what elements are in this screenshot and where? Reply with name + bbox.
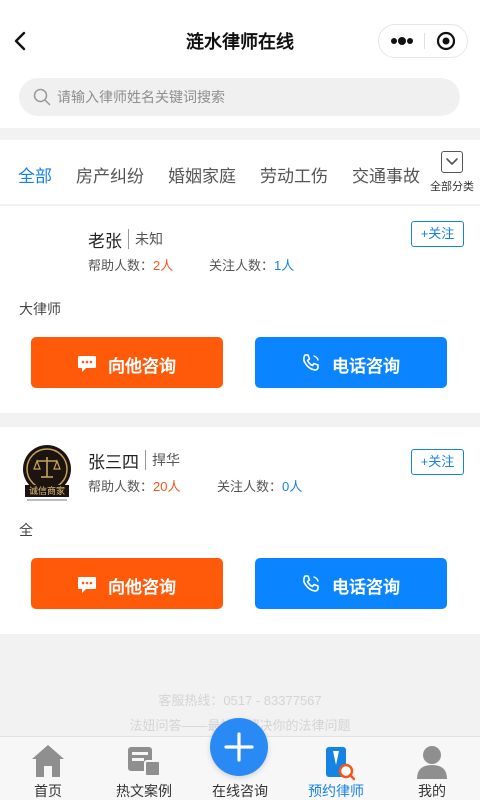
follow-button[interactable]: +关注: [411, 449, 464, 475]
tabbar-item-mine[interactable]: 我的: [384, 737, 480, 800]
all-categories-label: 全部分类: [430, 181, 474, 193]
tabbar-label: 热文案例: [116, 783, 172, 799]
tabbar-label: 首页: [34, 783, 62, 799]
phone-consult-button[interactable]: 电话咨询: [255, 337, 447, 388]
follow-count-value: 1人: [274, 258, 295, 273]
help-count-stat: 帮助人数：20人: [88, 476, 180, 495]
lawyer-name: 老张: [88, 232, 122, 251]
phone-consult-label: 电话咨询: [332, 357, 400, 376]
search-section: [0, 78, 480, 128]
follow-count-value: 0人: [282, 479, 303, 494]
help-count-value: 20人: [153, 479, 181, 494]
lawyer-card[interactable]: 诚信商家 张三四 捍华 帮助人数：20人 关注人数：0人 +关注 全 向他咨询 …: [0, 427, 480, 634]
lawyer-title: 全: [19, 522, 33, 538]
navigation-bar: 涟水律师在线: [0, 0, 480, 80]
help-count-stat: 帮助人数：2人: [88, 255, 173, 274]
chat-icon: [77, 574, 97, 594]
articles-icon: [125, 741, 163, 781]
consult-button-label: 向他咨询: [108, 578, 176, 597]
consult-button[interactable]: 向他咨询: [31, 337, 223, 388]
tabbar-item-book-lawyer[interactable]: 预约律师: [288, 737, 384, 800]
online-consult-plus-button[interactable]: [210, 718, 268, 776]
user-icon: [413, 741, 451, 781]
help-count-value: 2人: [153, 258, 174, 273]
tabbar-label: 预约律师: [308, 783, 364, 799]
follow-count-stat: 关注人数：0人: [217, 476, 302, 495]
customer-hotline: 客服热线：0517 - 83377567: [158, 693, 322, 708]
chevron-down-icon: [441, 151, 463, 173]
lawyer-firm: 捍华: [145, 450, 180, 470]
lawyer-firm: 未知: [128, 229, 163, 249]
phone-icon: [301, 353, 321, 373]
follow-button[interactable]: +关注: [411, 221, 464, 247]
follow-count-label: 关注人数：: [217, 479, 283, 494]
tabbar-label: 在线咨询: [212, 783, 268, 799]
tab-all[interactable]: 全部: [18, 162, 52, 187]
lawyer-card[interactable]: 老张 未知 帮助人数：2人 关注人数：1人 +关注 大律师 向他咨询 电话咨询: [0, 206, 480, 413]
category-tabs: 全部 房产纠纷 婚姻家庭 劳动工伤 交通事故 全部分类: [0, 140, 480, 204]
mini-program-capsule: [378, 24, 468, 58]
follow-count-stat: 关注人数：1人: [209, 255, 294, 274]
tabbar-label: 我的: [418, 783, 446, 799]
search-icon: [33, 88, 51, 106]
tab-labor-injury[interactable]: 劳动工伤: [260, 162, 328, 187]
phone-consult-button[interactable]: 电话咨询: [255, 558, 447, 609]
tabbar-item-home[interactable]: 首页: [0, 737, 96, 800]
follow-count-label: 关注人数：: [209, 258, 275, 273]
avatar: 诚信商家: [18, 443, 76, 501]
phone-icon: [301, 574, 321, 594]
lawyer-icon: [317, 741, 356, 781]
help-count-label: 帮助人数：: [88, 479, 154, 494]
all-categories-button[interactable]: 全部分类: [424, 148, 480, 200]
phone-consult-label: 电话咨询: [332, 578, 400, 597]
home-icon: [29, 741, 67, 781]
tab-property-dispute[interactable]: 房产纠纷: [76, 162, 144, 187]
avatar-seal-text: 诚信商家: [29, 485, 65, 497]
tabbar-item-articles[interactable]: 热文案例: [96, 737, 192, 800]
tab-marriage-family[interactable]: 婚姻家庭: [168, 162, 236, 187]
lawyer-title: 大律师: [19, 301, 61, 317]
help-count-label: 帮助人数：: [88, 258, 154, 273]
search-bar[interactable]: [19, 78, 460, 116]
consult-button-label: 向他咨询: [108, 357, 176, 376]
more-icon[interactable]: [379, 25, 424, 57]
search-input[interactable]: [57, 78, 447, 116]
lawyer-name: 张三四: [88, 453, 139, 472]
chat-icon: [77, 353, 97, 373]
tab-traffic-accident[interactable]: 交通事故: [352, 162, 420, 187]
close-target-icon[interactable]: [425, 25, 468, 57]
consult-button[interactable]: 向他咨询: [31, 558, 223, 609]
